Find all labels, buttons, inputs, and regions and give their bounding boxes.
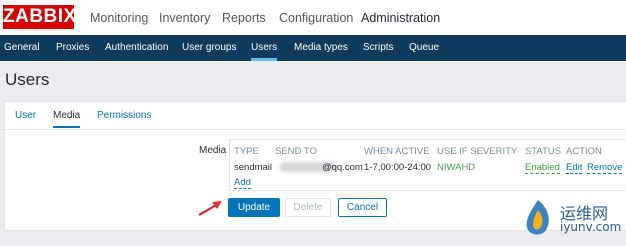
subnav-proxies[interactable]: Proxies xyxy=(56,35,89,61)
menu-inventory[interactable]: Inventory xyxy=(159,11,210,25)
sub-navigation: General Proxies Authentication User grou… xyxy=(0,35,626,61)
col-send-to: SEND TO xyxy=(275,146,317,157)
col-action: ACTION xyxy=(566,146,602,157)
media-severity-value: NIWAHD xyxy=(437,162,476,173)
tab-user[interactable]: User xyxy=(15,110,36,121)
media-send-to-value: @qq.com xyxy=(322,162,363,173)
col-status: STATUS xyxy=(525,146,562,157)
media-table: TYPE SEND TO WHEN ACTIVE USE IF SEVERITY… xyxy=(229,139,626,191)
subnav-general[interactable]: General xyxy=(4,35,40,61)
delete-button[interactable]: Delete xyxy=(285,198,331,217)
subnav-scripts[interactable]: Scripts xyxy=(363,35,394,61)
watermark-url: iyunv.com xyxy=(560,220,622,234)
watermark: 运维网 iyunv.com xyxy=(518,196,622,240)
update-button[interactable]: Update xyxy=(228,198,280,217)
tab-media[interactable]: Media xyxy=(53,110,81,128)
red-arrow-annotation xyxy=(198,201,222,216)
col-type: TYPE xyxy=(234,146,259,157)
media-type-value: sendmail xyxy=(234,162,273,173)
media-label: Media xyxy=(199,145,227,156)
tab-permissions[interactable]: Permissions xyxy=(97,110,151,121)
subnav-authentication[interactable]: Authentication xyxy=(105,35,168,61)
subnav-users[interactable]: Users xyxy=(251,35,278,61)
col-when-active: WHEN ACTIVE xyxy=(364,146,430,157)
top-bar: ZABBIX Monitoring Inventory Reports Conf… xyxy=(0,0,626,35)
col-severity: USE IF SEVERITY xyxy=(437,146,518,157)
menu-configuration[interactable]: Configuration xyxy=(279,11,353,25)
subnav-media-types[interactable]: Media types xyxy=(294,35,348,61)
media-add-link[interactable]: Add xyxy=(234,177,251,189)
subnav-queue[interactable]: Queue xyxy=(409,35,439,61)
subnav-user-groups[interactable]: User groups xyxy=(182,35,236,61)
page-title: Users xyxy=(5,70,50,89)
media-remove-link[interactable]: Remove xyxy=(587,162,623,174)
media-edit-link[interactable]: Edit xyxy=(566,162,583,174)
menu-administration[interactable]: Administration xyxy=(361,11,440,25)
menu-reports[interactable]: Reports xyxy=(222,11,266,25)
tab-divider xyxy=(5,129,626,130)
media-when-active-value: 1-7,00:00-24:00 xyxy=(364,162,432,173)
media-status-toggle[interactable]: Enabled xyxy=(525,162,560,174)
watermark-logo-icon xyxy=(526,200,549,235)
menu-monitoring[interactable]: Monitoring xyxy=(90,11,148,25)
cancel-button[interactable]: Cancel xyxy=(338,198,387,217)
zabbix-logo[interactable]: ZABBIX xyxy=(3,5,76,29)
